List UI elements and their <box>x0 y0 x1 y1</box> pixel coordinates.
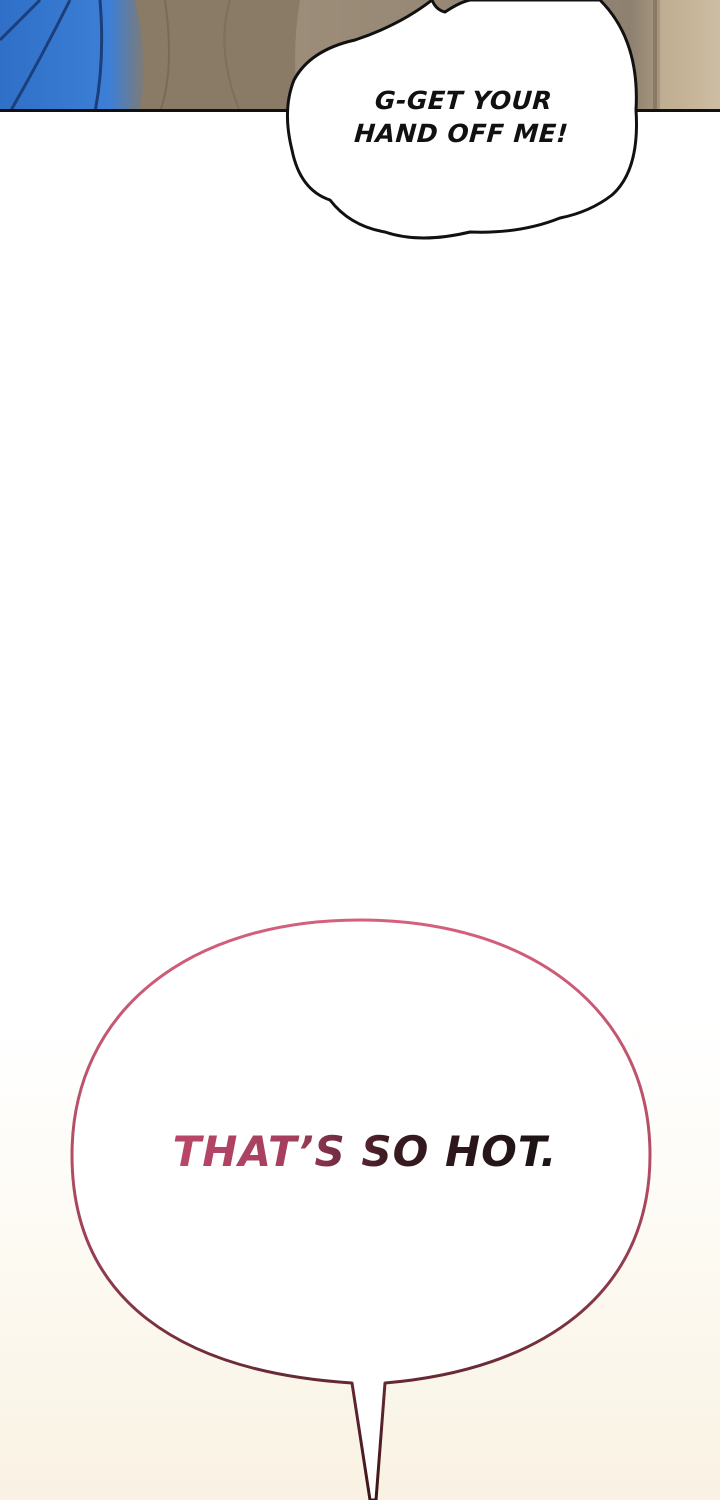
bubble-1-line-1: G-GET YOUR <box>373 86 554 115</box>
bubble-2-text: THAT’S SO HOT. <box>130 1122 600 1182</box>
bubble-1-line-2: HAND OFF ME! <box>353 119 570 148</box>
bubble-1-text: G-GET YOUR HAND OFF ME! <box>328 84 598 150</box>
speech-bubble-2 <box>70 918 652 1500</box>
speech-bubbles-layer <box>70 0 652 1500</box>
